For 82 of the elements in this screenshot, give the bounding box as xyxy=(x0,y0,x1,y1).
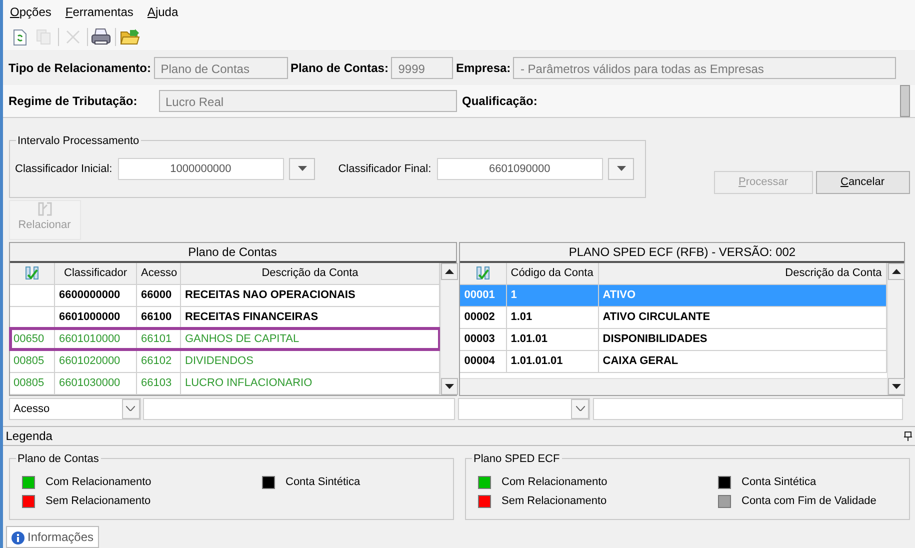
down-arrow-icon xyxy=(445,384,454,389)
dropdown-button[interactable] xyxy=(608,158,634,180)
field-label: Tipo de Relacionamento: xyxy=(8,60,151,77)
table-cell[interactable]: 00003 xyxy=(460,328,506,350)
field-label: Empresa: xyxy=(456,60,511,77)
up-arrow-icon xyxy=(445,269,454,274)
column-header[interactable]: Descrição da Conta xyxy=(180,263,440,284)
table-cell: LUCRO INFLACIONARIO xyxy=(180,372,440,394)
column-header[interactable]: Acesso xyxy=(136,263,180,284)
grid-title: PLANO SPED ECF (RFB) - VERSÃO: 002 xyxy=(460,243,904,264)
tax-regime-field[interactable]: Lucro Real xyxy=(158,90,456,112)
table-cell[interactable]: 1.01.01.01 xyxy=(506,350,598,372)
table-cell[interactable]: CAIXA GERAL xyxy=(598,350,886,372)
legend-label: Com Relacionamento xyxy=(46,475,152,490)
table-cell: 66100 xyxy=(136,306,180,328)
legend-label: Sem Relacionamento xyxy=(502,494,607,510)
caret-icon xyxy=(126,406,135,412)
relationship-type-field[interactable]: Plano de Contas xyxy=(154,56,288,79)
table-cell: DIVIDENDOS xyxy=(180,350,440,372)
table-cell: 6601030000 xyxy=(54,372,136,394)
field-label: Regime de Tributação: xyxy=(8,92,138,110)
menu-item[interactable]: Opções xyxy=(3,0,58,24)
table-cell: 6601000000 xyxy=(54,306,136,328)
field-label: Classificador Inicial: xyxy=(15,162,112,177)
down-arrow-icon xyxy=(892,384,902,389)
table-cell[interactable]: ATIVO CIRCULANTE xyxy=(598,306,886,328)
column-icon xyxy=(460,263,506,284)
caret-icon xyxy=(298,166,307,172)
vertical-scrollbar[interactable] xyxy=(887,263,904,395)
legend-label: Conta Sintética xyxy=(742,475,816,490)
table-cell: 00650 xyxy=(10,328,54,350)
horizontal-scrollbar[interactable] xyxy=(460,378,888,395)
legend-label: Conta com Fim de Validade xyxy=(742,494,876,510)
legend-label: Conta Sintética xyxy=(286,475,360,490)
filter-dropdown[interactable]: Acesso xyxy=(8,398,140,420)
dropdown-button[interactable] xyxy=(289,158,316,180)
column-header[interactable]: Descrição da Conta xyxy=(598,263,886,284)
table-cell: 66103 xyxy=(136,372,180,394)
column-header[interactable]: Classificador xyxy=(54,263,136,284)
search-field[interactable] xyxy=(143,398,456,420)
up-arrow-icon xyxy=(892,269,902,274)
company-field[interactable]: - Parâmetros válidos para todas as Empresas xyxy=(513,56,896,79)
menu-item[interactable]: Ajuda xyxy=(140,0,186,24)
legend-label: Sem Relacionamento xyxy=(46,494,151,510)
table-cell: 66101 xyxy=(136,328,180,350)
table-cell[interactable]: DISPONIBILIDADES xyxy=(598,328,886,350)
table-cell: 6601020000 xyxy=(54,350,136,372)
table-cell[interactable]: 00004 xyxy=(460,350,506,372)
caret-icon xyxy=(616,166,626,172)
table-cell[interactable]: 1.01.01 xyxy=(506,328,598,350)
field-label: Plano de Contas: xyxy=(290,60,388,77)
search-field[interactable] xyxy=(592,398,903,420)
legend-label: Com Relacionamento xyxy=(502,475,608,490)
table-cell: RECEITAS NAO OPERACIONAIS xyxy=(180,284,440,306)
column-header[interactable]: Código da Conta xyxy=(506,263,598,284)
cancel-button[interactable]: Cancelar xyxy=(816,170,910,194)
scroll-down-button[interactable] xyxy=(888,378,906,395)
table-cell: 66000 xyxy=(136,284,180,306)
vertical-scrollbar[interactable] xyxy=(440,263,457,395)
table-cell: 6600000000 xyxy=(54,284,136,306)
field-label: Classificador Final: xyxy=(338,162,432,177)
classifier-field[interactable]: 6601090000 xyxy=(436,158,603,180)
scroll-down-button[interactable] xyxy=(441,378,458,395)
table-cell: 66102 xyxy=(136,350,180,372)
caret-icon xyxy=(576,406,584,412)
link-icon xyxy=(36,200,52,217)
table-cell[interactable]: 00002 xyxy=(460,306,506,328)
table-cell: 00805 xyxy=(10,350,54,372)
field-label: Qualificação: xyxy=(462,92,538,110)
scroll-up-button[interactable] xyxy=(441,263,458,280)
grid-title: Plano de Contas xyxy=(10,243,456,264)
table-cell: 00805 xyxy=(10,372,54,394)
scroll-up-button[interactable] xyxy=(888,263,906,280)
menu-item[interactable]: Ferramentas xyxy=(58,0,140,24)
table-cell[interactable]: 1.01 xyxy=(506,306,598,328)
table-cell: 6601010000 xyxy=(54,328,136,350)
panel-title: Legenda xyxy=(6,428,52,446)
classifier-field[interactable]: 1000000000 xyxy=(118,158,284,180)
info-tab[interactable]: Informações xyxy=(6,526,99,548)
dropdown-value: Acesso xyxy=(14,402,50,417)
scrollbar[interactable] xyxy=(900,84,910,117)
chart-of-accounts-field[interactable]: 9999 xyxy=(391,56,454,79)
